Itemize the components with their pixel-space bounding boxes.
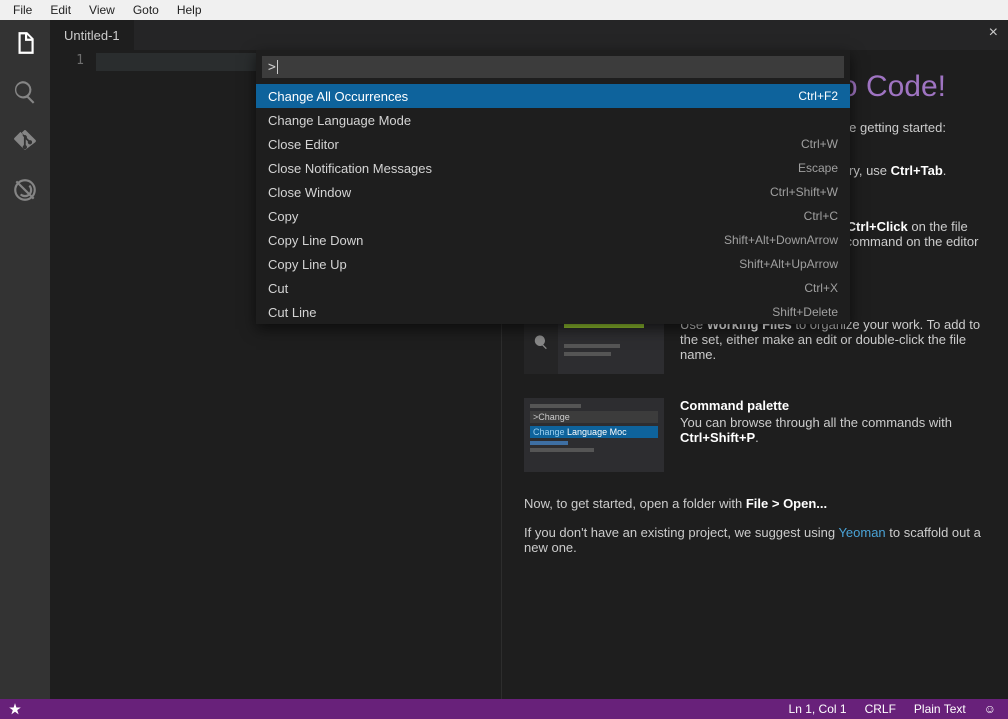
status-cursor-position[interactable]: Ln 1, Col 1	[787, 702, 849, 716]
command-label: Copy Line Down	[268, 233, 363, 248]
command-keybinding: Shift+Delete	[772, 305, 838, 319]
status-bar: Ln 1, Col 1 CRLF Plain Text ☺	[0, 699, 1008, 719]
command-palette: > Change All Occurrences Ctrl+F2 Change La…	[256, 50, 850, 324]
command-label: Copy Line Up	[268, 257, 347, 272]
command-label: Copy	[268, 209, 298, 224]
welcome-get-started: Now, to get started, open a folder with …	[524, 496, 986, 511]
command-palette-item[interactable]: Copy Line Up Shift+Alt+UpArrow	[256, 252, 850, 276]
command-palette-item[interactable]: Close Window Ctrl+Shift+W	[256, 180, 850, 204]
command-keybinding: Ctrl+Shift+W	[770, 185, 838, 199]
command-label: Cut Line	[268, 305, 316, 320]
command-label: Close Notification Messages	[268, 161, 432, 176]
command-palette-item[interactable]: Cut Ctrl+X	[256, 276, 850, 300]
command-label: Change All Occurrences	[268, 89, 408, 104]
menu-edit[interactable]: Edit	[41, 2, 80, 18]
command-keybinding: Ctrl+X	[804, 281, 838, 295]
editor-tabs: Untitled-1 ×	[50, 20, 1008, 50]
welcome-yeoman: If you don't have an existing project, w…	[524, 525, 986, 555]
search-icon[interactable]	[12, 79, 38, 110]
feature-palette-text: Command palette You can browse through a…	[680, 398, 986, 472]
menu-help[interactable]: Help	[168, 2, 211, 18]
command-palette-list: Change All Occurrences Ctrl+F2 Change Lang…	[256, 84, 850, 324]
feedback-icon[interactable]	[0, 702, 30, 716]
status-eol[interactable]: CRLF	[863, 702, 898, 716]
command-keybinding: Ctrl+F2	[798, 89, 838, 103]
menubar[interactable]: File Edit View Goto Help	[0, 0, 1008, 20]
status-language-mode[interactable]: Plain Text	[912, 702, 968, 716]
command-keybinding: Escape	[798, 161, 838, 175]
command-palette-item[interactable]: Copy Line Down Shift+Alt+DownArrow	[256, 228, 850, 252]
command-palette-item[interactable]: Copy Ctrl+C	[256, 204, 850, 228]
command-palette-item[interactable]: Close Editor Ctrl+W	[256, 132, 850, 156]
activity-bar	[0, 20, 50, 699]
feature-palette-thumbnail: >Change Change Language Moc	[524, 398, 664, 472]
command-keybinding: Shift+Alt+UpArrow	[739, 257, 838, 271]
command-label: Cut	[268, 281, 288, 296]
command-palette-item[interactable]: Close Notification Messages Escape	[256, 156, 850, 180]
command-label: Close Window	[268, 185, 351, 200]
command-keybinding: Ctrl+C	[804, 209, 838, 223]
explorer-icon[interactable]	[12, 30, 38, 61]
tab-untitled-1[interactable]: Untitled-1	[50, 20, 134, 50]
command-palette-item[interactable]: Change Language Mode	[256, 108, 850, 132]
menu-file[interactable]: File	[4, 2, 41, 18]
menu-goto[interactable]: Goto	[124, 2, 168, 18]
command-palette-input-value: >	[268, 60, 276, 75]
yeoman-link[interactable]: Yeoman	[838, 525, 885, 540]
status-feedback-smile-icon[interactable]: ☺	[982, 702, 998, 716]
text-cursor	[277, 60, 278, 74]
command-label: Change Language Mode	[268, 113, 411, 128]
menu-view[interactable]: View	[80, 2, 124, 18]
command-palette-item[interactable]: Change All Occurrences Ctrl+F2	[256, 84, 850, 108]
command-keybinding: Ctrl+W	[801, 137, 838, 151]
command-palette-input[interactable]: >	[262, 56, 844, 78]
close-icon[interactable]: ×	[989, 24, 998, 42]
command-palette-item[interactable]: Cut Line Shift+Delete	[256, 300, 850, 324]
line-number-gutter: 1	[50, 50, 96, 699]
command-label: Close Editor	[268, 137, 339, 152]
command-keybinding: Shift+Alt+DownArrow	[724, 233, 838, 247]
line-number-1: 1	[50, 53, 84, 68]
git-icon[interactable]	[12, 128, 38, 159]
debug-icon[interactable]	[12, 177, 38, 208]
